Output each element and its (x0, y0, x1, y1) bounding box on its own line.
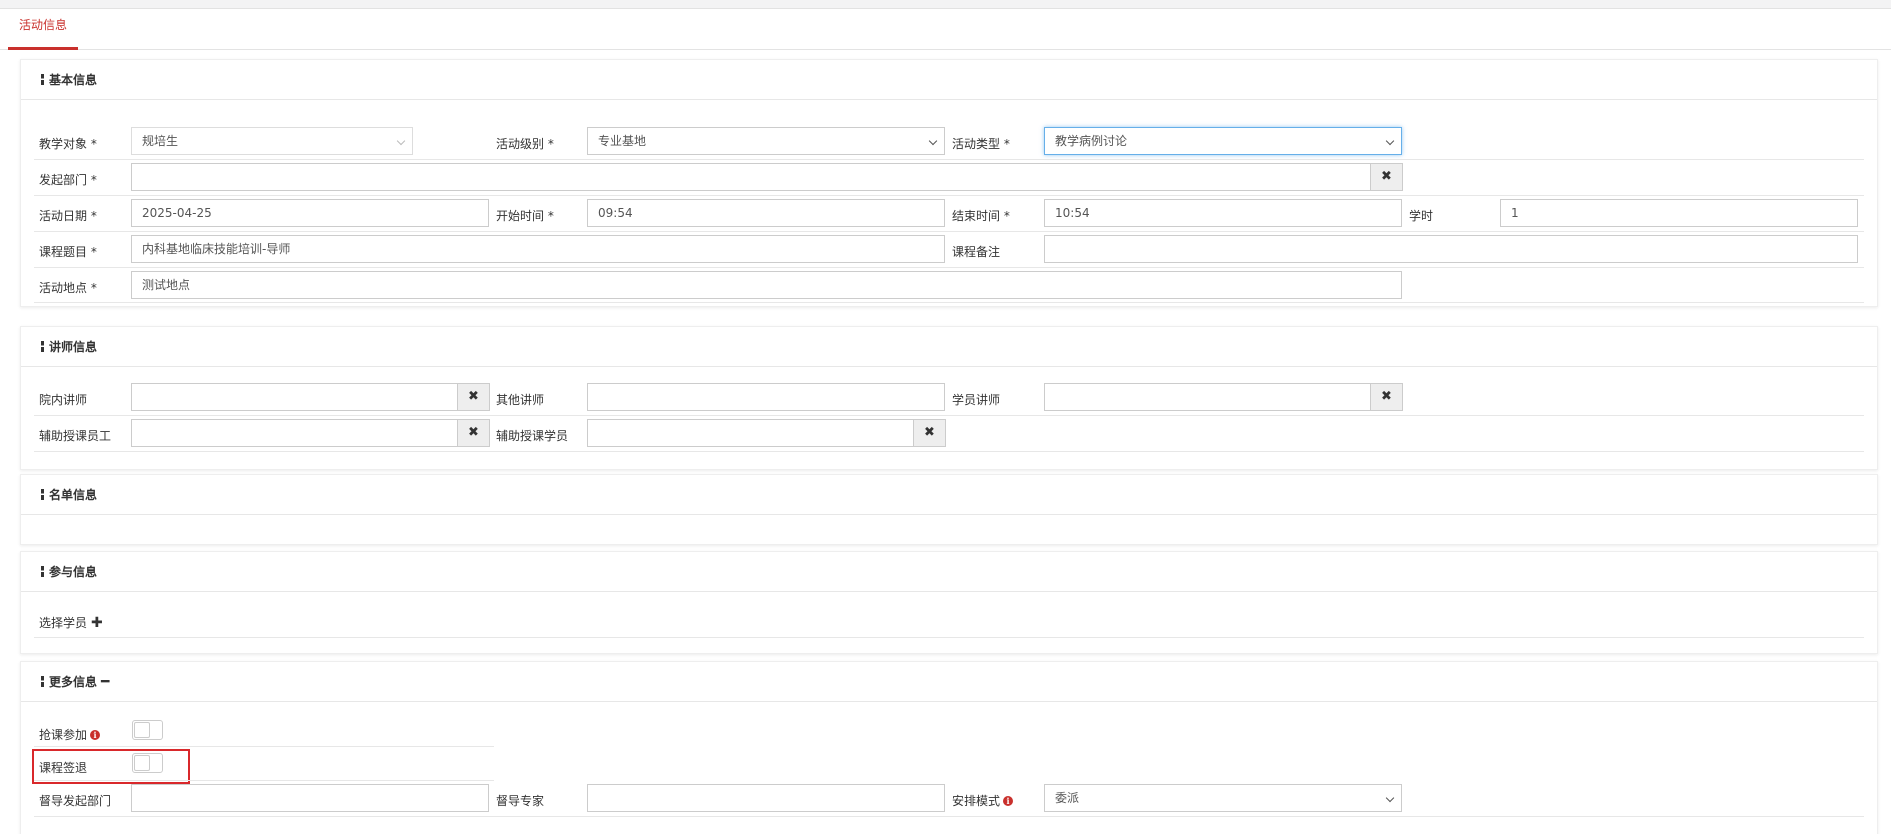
type-label: 活动类型 * (952, 137, 1010, 151)
row-divider (34, 816, 1864, 817)
dept-input[interactable] (131, 163, 1371, 191)
row-divider (34, 267, 1864, 268)
student-lecturer-label: 学员讲师 (952, 393, 1001, 407)
grab-course-toggle[interactable] (132, 720, 163, 740)
internal-lecturer-input[interactable] (131, 383, 458, 411)
plus-icon[interactable]: ✚ (91, 615, 103, 631)
assist-staff-input[interactable] (131, 419, 458, 447)
row-divider (34, 780, 494, 781)
chevron-down-icon (928, 136, 938, 146)
course-label: 课程题目 * (39, 245, 97, 259)
end-time-label: 结束时间 * (952, 209, 1010, 223)
close-icon: ✖ (1381, 169, 1392, 184)
dept-label: 发起部门 * (39, 173, 97, 187)
close-icon: ✖ (468, 389, 479, 404)
highlight-box (32, 749, 190, 784)
assist-staff-label: 辅助授课员工 (39, 429, 112, 443)
student-lecturer-clear-button[interactable]: ✖ (1370, 383, 1403, 411)
section-title-basic: 基本信息 (21, 60, 1877, 100)
level-select[interactable]: 专业基地 (587, 127, 945, 155)
close-icon: ✖ (924, 425, 935, 440)
close-icon: ✖ (1381, 389, 1392, 404)
student-lecturer-input[interactable] (1044, 383, 1371, 411)
assist-student-label: 辅助授课学员 (496, 429, 569, 443)
assist-student-input[interactable] (587, 419, 914, 447)
panel-roster-info: 名单信息 (20, 474, 1878, 545)
location-input[interactable]: 测试地点 (131, 271, 1402, 299)
note-label: 课程备注 (952, 245, 1001, 259)
start-time-input[interactable]: 09:54 (587, 199, 945, 227)
section-title-participation: 参与信息 (21, 552, 1877, 592)
section-marker-icon (41, 566, 44, 577)
type-select[interactable]: 教学病例讨论 (1044, 127, 1402, 155)
date-label: 活动日期 * (39, 209, 97, 223)
chevron-down-icon (396, 136, 406, 146)
level-label: 活动级别 * (496, 137, 554, 151)
hours-label: 学时 (1409, 209, 1434, 223)
chevron-down-icon (1385, 793, 1395, 803)
chevron-down-icon (1385, 136, 1395, 146)
close-icon: ✖ (468, 425, 479, 440)
start-time-label: 开始时间 * (496, 209, 554, 223)
target-label: 教学对象 * (39, 137, 97, 151)
other-lecturer-label: 其他讲师 (496, 393, 545, 407)
location-label: 活动地点 * (39, 281, 97, 295)
supervision-expert-label: 督导专家 (496, 794, 545, 808)
other-lecturer-input[interactable] (587, 383, 945, 411)
row-divider (34, 746, 494, 747)
section-title-lecturer: 讲师信息 (21, 327, 1877, 367)
assist-student-clear-button[interactable]: ✖ (913, 419, 946, 447)
supervision-dept-label: 督导发起部门 (39, 794, 112, 808)
info-icon[interactable]: i (90, 730, 101, 740)
target-select[interactable]: 规培生 (131, 127, 413, 155)
internal-lecturer-label: 院内讲师 (39, 393, 88, 407)
mode-select[interactable]: 委派 (1044, 784, 1402, 812)
minus-icon[interactable]: ━ (101, 662, 109, 702)
row-divider (34, 159, 1864, 160)
hours-input[interactable]: 1 (1500, 199, 1858, 227)
select-student-label[interactable]: 选择学员 ✚ (39, 614, 103, 631)
course-input[interactable]: 内科基地临床技能培训-导师 (131, 235, 945, 263)
section-marker-icon (41, 676, 44, 687)
note-input[interactable] (1044, 235, 1858, 263)
panel-participation-info: 参与信息 (20, 551, 1878, 654)
row-divider (34, 415, 1864, 416)
tab-bar: 活动信息 (0, 9, 1891, 50)
dept-clear-button[interactable]: ✖ (1370, 163, 1403, 191)
section-marker-icon (41, 341, 44, 352)
row-divider (34, 231, 1864, 232)
row-divider (34, 195, 1864, 196)
row-divider (34, 451, 1864, 452)
page-frame: 活动信息 基本信息 教学对象 * 规培生 活动级别 * 专业基地 活动类型 * … (0, 8, 1891, 834)
date-input[interactable]: 2025-04-25 (131, 199, 489, 227)
internal-lecturer-clear-button[interactable]: ✖ (457, 383, 490, 411)
supervision-expert-input[interactable] (587, 784, 945, 812)
section-title-more[interactable]: 更多信息 ━ (21, 662, 1877, 702)
section-title-roster: 名单信息 (21, 475, 1877, 515)
grab-course-label: 抢课参加 i (39, 726, 101, 743)
tab-activity-info[interactable]: 活动信息 (8, 9, 78, 50)
section-marker-icon (41, 489, 44, 500)
row-divider (34, 302, 1864, 303)
toggle-knob (134, 722, 150, 738)
end-time-input[interactable]: 10:54 (1044, 199, 1402, 227)
assist-staff-clear-button[interactable]: ✖ (457, 419, 490, 447)
supervision-dept-input[interactable] (131, 784, 489, 812)
row-divider (34, 637, 1864, 638)
section-marker-icon (41, 74, 44, 85)
info-icon[interactable]: i (1003, 796, 1014, 806)
mode-label: 安排模式 i (952, 792, 1014, 809)
